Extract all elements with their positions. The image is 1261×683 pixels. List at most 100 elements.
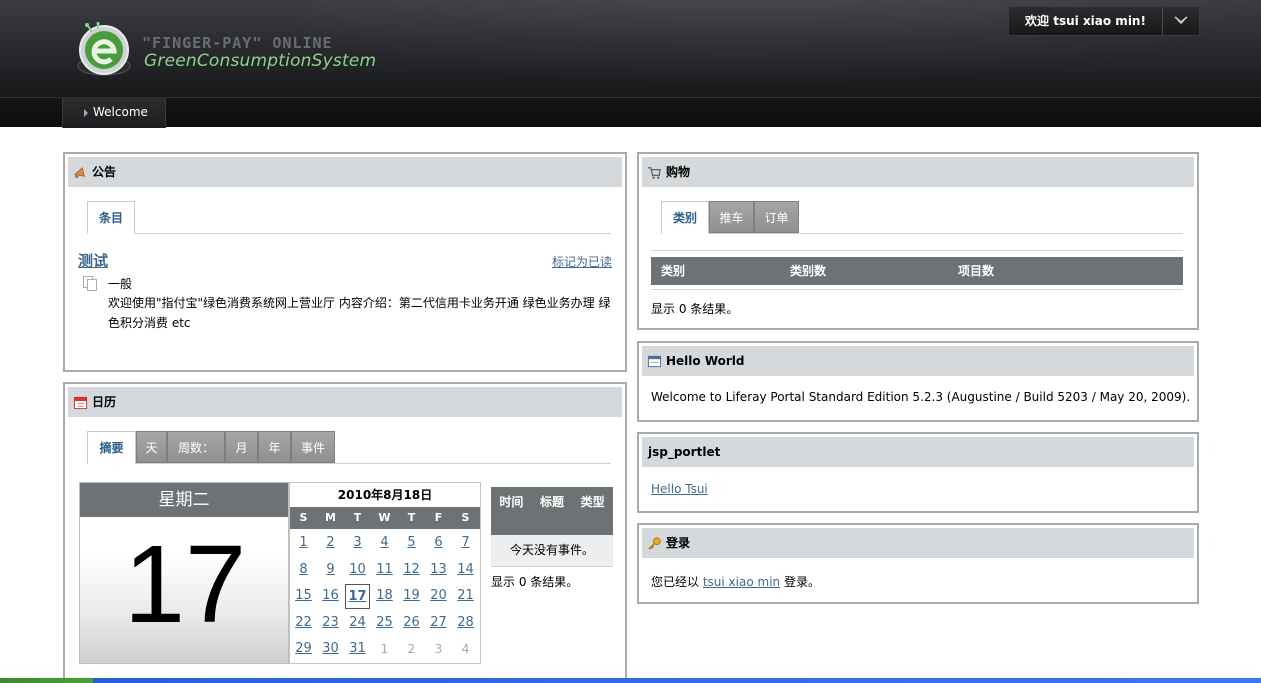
calendar-day-link[interactable]: 21 (457, 588, 474, 603)
calendar-day[interactable]: 31 (344, 636, 371, 663)
calendar-day[interactable]: 10 (344, 557, 371, 584)
calendar-day[interactable]: 19 (398, 583, 425, 610)
calendar-day-link[interactable]: 26 (403, 615, 420, 630)
calendar-day-link[interactable]: 20 (430, 588, 447, 603)
calendar-day[interactable]: 29 (290, 636, 317, 663)
calendar-day[interactable]: 15 (290, 583, 317, 610)
calendar-day[interactable]: 24 (344, 610, 371, 637)
portlet-title-bar: Hello World (642, 346, 1194, 376)
calendar-day-link[interactable]: 27 (430, 615, 447, 630)
calendar-day[interactable]: 2 (317, 530, 344, 557)
calendar-day[interactable]: 6 (425, 530, 452, 557)
os-taskbar (0, 678, 1261, 683)
calendar-day[interactable]: 18 (371, 583, 398, 610)
portlet-title-bar: jsp_portlet (642, 437, 1194, 467)
calendar-day-link[interactable]: 11 (376, 562, 393, 577)
calendar-day[interactable]: 5 (398, 530, 425, 557)
results-count: 显示 0 条结果。 (491, 575, 579, 589)
tab-entries[interactable]: 条目 (87, 201, 135, 234)
logo-title: "FINGER-PAY" ONLINE (142, 34, 333, 52)
calendar-day[interactable]: 9 (317, 557, 344, 584)
calendar-day-link[interactable]: 18 (376, 588, 393, 603)
calendar-day-outside-month: 2 (407, 642, 416, 656)
column-header[interactable]: 时间 (491, 487, 532, 535)
column-header[interactable]: 项目数 (958, 257, 994, 285)
calendar-day-link[interactable]: 17 (348, 589, 366, 604)
calendar-day-link[interactable]: 30 (322, 641, 339, 656)
calendar-day-link[interactable]: 24 (349, 615, 366, 630)
weekday-header-cell: T (353, 511, 362, 524)
calendar-day[interactable]: 21 (452, 583, 479, 610)
nav-item-welcome[interactable]: Welcome (62, 98, 166, 128)
weekday-header-cell: S (461, 511, 470, 524)
column-header[interactable]: 类别 (661, 257, 685, 285)
calendar-day-link[interactable]: 28 (457, 615, 474, 630)
tab-day[interactable]: 天 (136, 431, 167, 463)
calendar-day-link[interactable]: 6 (434, 535, 442, 550)
calendar-day-link[interactable]: 1 (299, 535, 307, 550)
mark-as-read-link[interactable]: 标记为已读 (552, 253, 612, 270)
hello-tsui-link[interactable]: Hello Tsui (651, 482, 708, 496)
tab-cart[interactable]: 推车 (709, 201, 754, 233)
day-grid: 1 2 3 4 5 6 7 8 9 10 11 12 13 14 15 16 17 18 19 20 21 22 23 24 2… (290, 529, 480, 663)
calendar-day[interactable]: 4 (371, 530, 398, 557)
calendar-day-link[interactable]: 4 (380, 535, 388, 550)
user-link[interactable]: tsui xiao min (703, 575, 780, 589)
calendar-day-link[interactable]: 8 (299, 562, 307, 577)
calendar-day[interactable]: 13 (425, 557, 452, 584)
calendar-day[interactable]: 25 (371, 610, 398, 637)
document-icon (83, 276, 97, 291)
calendar-day[interactable]: 20 (425, 583, 452, 610)
tab-categories[interactable]: 类别 (661, 201, 709, 234)
column-header[interactable]: 类型 (572, 487, 613, 535)
calendar-day[interactable]: 11 (371, 557, 398, 584)
calendar-day-link[interactable]: 3 (353, 535, 361, 550)
tab-year[interactable]: 年 (258, 431, 291, 463)
caret-right-icon (84, 109, 88, 117)
calendar-day-link[interactable]: 15 (295, 588, 312, 603)
calendar-day[interactable]: 1 (290, 530, 317, 557)
calendar-day-link[interactable]: 12 (403, 562, 420, 577)
tab-events[interactable]: 事件 (291, 431, 335, 463)
calendar-day-link[interactable]: 13 (430, 562, 447, 577)
calendar-day[interactable]: 22 (290, 610, 317, 637)
portlet-title: 登录 (666, 536, 691, 550)
calendar-day-link[interactable]: 5 (407, 535, 415, 550)
user-greeting[interactable]: 欢迎 tsui xiao min! (1009, 7, 1163, 35)
column-header[interactable]: 标题 (532, 487, 573, 535)
calendar-day[interactable]: 28 (452, 610, 479, 637)
calendar-day-link[interactable]: 31 (349, 641, 366, 656)
logo-icon[interactable] (68, 22, 132, 78)
calendar-day[interactable]: 3 (344, 530, 371, 557)
tab-week[interactable]: 周数： (167, 431, 225, 463)
calendar-day[interactable]: 30 (317, 636, 344, 663)
calendar-day-link[interactable]: 9 (326, 562, 334, 577)
calendar-day-link[interactable]: 14 (457, 562, 474, 577)
calendar-day-link[interactable]: 10 (349, 562, 366, 577)
tab-month[interactable]: 月 (225, 431, 258, 463)
calendar-day[interactable]: 8 (290, 557, 317, 584)
user-dock[interactable]: 欢迎 tsui xiao min! (1008, 6, 1200, 36)
calendar-day-link[interactable]: 16 (322, 588, 339, 603)
calendar-day-link[interactable]: 29 (295, 641, 312, 656)
dock-toggle-button[interactable] (1163, 7, 1199, 35)
calendar-day[interactable]: 7 (452, 530, 479, 557)
calendar-day-link[interactable]: 7 (461, 535, 469, 550)
calendar-day[interactable]: 23 (317, 610, 344, 637)
calendar-tabs: 摘要 天 周数： 月 年 事件 (87, 431, 611, 464)
calendar-day[interactable]: 14 (452, 557, 479, 584)
calendar-day[interactable]: 16 (317, 583, 344, 610)
calendar-day-link[interactable]: 23 (322, 615, 339, 630)
calendar-day-today[interactable]: 17 (345, 584, 370, 609)
calendar-day-link[interactable]: 25 (376, 615, 393, 630)
calendar-day-link[interactable]: 19 (403, 588, 420, 603)
calendar-day-link[interactable]: 2 (326, 535, 334, 550)
calendar-day-link[interactable]: 22 (295, 615, 312, 630)
calendar-day[interactable]: 12 (398, 557, 425, 584)
tab-orders[interactable]: 订单 (754, 201, 799, 233)
entry-title-link[interactable]: 测试 (78, 250, 108, 271)
calendar-day[interactable]: 26 (398, 610, 425, 637)
tab-summary[interactable]: 摘要 (87, 431, 136, 464)
column-header[interactable]: 类别数 (790, 257, 826, 285)
calendar-day[interactable]: 27 (425, 610, 452, 637)
